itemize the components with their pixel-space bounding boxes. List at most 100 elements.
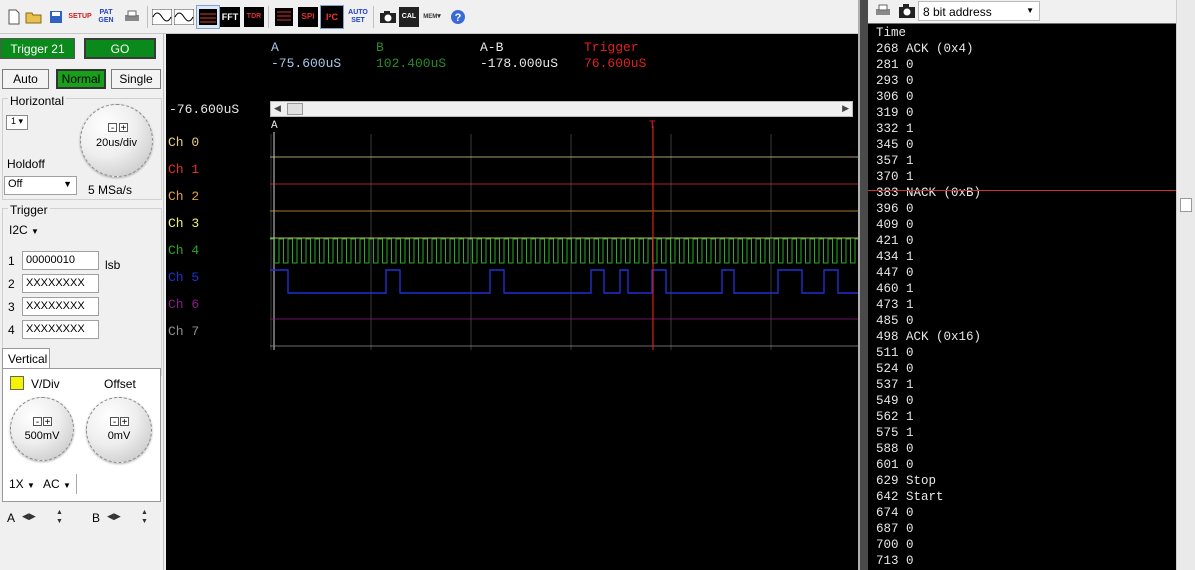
cursor-b-spinner[interactable]: ▲ ▼ xyxy=(141,508,148,526)
new-icon[interactable] xyxy=(4,7,24,27)
field-1-input[interactable]: 00000010 xyxy=(22,251,99,270)
setup-icon[interactable]: SETUP xyxy=(68,7,91,27)
decoder-row: 524 0 xyxy=(876,362,914,376)
trigger-type-value: I2C xyxy=(9,223,28,237)
auto-label: AUTO xyxy=(348,9,368,16)
timebase-knob[interactable]: - + 20us/div xyxy=(80,104,153,177)
decoder-row: 498 ACK (0x16) xyxy=(876,330,982,344)
decoder-row: 575 1 xyxy=(876,426,914,440)
horizontal-title: Horizontal xyxy=(8,94,67,108)
print-icon[interactable] xyxy=(122,7,142,27)
decoder-row: Time xyxy=(876,26,907,40)
field-1-num: 1 xyxy=(8,254,15,268)
spi-icon[interactable]: SPI xyxy=(298,7,318,27)
decoder-row: 268 ACK (0x4) xyxy=(876,42,974,56)
memory-icon[interactable]: MEM ▾ xyxy=(420,7,444,27)
waveform-canvas xyxy=(270,126,858,350)
pat-label: PAT xyxy=(99,9,113,16)
field-4-input[interactable]: XXXXXXXX xyxy=(22,320,99,339)
chevron-down-icon: ▼ xyxy=(63,481,71,490)
chevron-down-icon: ▼ xyxy=(1026,6,1034,15)
probe-select[interactable]: 1X ▼ xyxy=(9,477,35,491)
decoder-row: 332 1 xyxy=(876,122,914,136)
decoder-row: 642 Start xyxy=(876,490,944,504)
coupling-select[interactable]: AC ▼ xyxy=(43,477,71,491)
mode-normal-button[interactable]: Normal xyxy=(56,69,106,89)
timebase-value: 20us/div xyxy=(96,137,137,149)
decoder-row: 345 0 xyxy=(876,138,914,152)
holdoff-select[interactable]: Off ▼ xyxy=(4,176,77,195)
cursor-b-label: B xyxy=(92,511,101,525)
field-2-num: 2 xyxy=(8,277,15,291)
coupling-value: AC xyxy=(43,477,60,491)
panel-splitter[interactable] xyxy=(858,0,868,570)
save-icon[interactable] xyxy=(46,7,66,27)
decoder-row: 383 NACK (0xB) xyxy=(876,186,982,200)
fft-icon[interactable]: FFT xyxy=(220,7,240,27)
cursor-a-spinner[interactable]: ▲ ▼ xyxy=(56,508,63,526)
vscroll-thumb[interactable] xyxy=(1180,198,1192,212)
decoder-row: 421 0 xyxy=(876,234,914,248)
help-icon[interactable]: ? xyxy=(448,7,468,27)
scope-display-icon[interactable] xyxy=(196,5,220,29)
probe-value: 1X xyxy=(9,477,24,491)
vdiv-knob[interactable]: - + 500mV xyxy=(10,397,74,461)
pattern-gen-icon[interactable]: PAT GEN xyxy=(96,7,116,27)
go-button[interactable]: GO xyxy=(84,38,156,59)
ch5-waveform xyxy=(270,269,858,294)
gen-label: GEN xyxy=(98,17,114,24)
sample-rate: 5 MSa/s xyxy=(88,183,133,197)
address-mode-select[interactable]: 8 bit address ▼ xyxy=(918,1,1040,21)
decoder-row: 319 0 xyxy=(876,106,914,120)
i2c-icon[interactable]: I²C xyxy=(320,5,344,29)
camera-icon[interactable] xyxy=(378,7,398,27)
print-icon[interactable] xyxy=(875,4,891,21)
decoder-row: 700 0 xyxy=(876,538,914,552)
decoder-row: 409 0 xyxy=(876,218,914,232)
field-3-input[interactable]: XXXXXXXX xyxy=(22,297,99,316)
address-mode-value: 8 bit address xyxy=(923,5,992,19)
calibrate-icon[interactable]: CAL xyxy=(399,7,419,27)
mode-single-button[interactable]: Single xyxy=(111,69,161,89)
decoder-row: 674 0 xyxy=(876,506,914,520)
open-icon[interactable] xyxy=(24,7,44,27)
decoder-row: 537 1 xyxy=(876,378,914,392)
trigger-type-select[interactable]: I2C ▼ xyxy=(9,223,39,237)
mode-auto-button[interactable]: Auto xyxy=(2,69,49,89)
chevron-down-icon: ▼ xyxy=(27,481,35,490)
decoder-row: 396 0 xyxy=(876,202,914,216)
control-panel: Trigger 21 GO Auto Normal Single Horizon… xyxy=(0,34,164,570)
chevron-down-icon: ▼ xyxy=(63,179,72,189)
field-3-num: 3 xyxy=(8,300,15,314)
decoder-row: 562 1 xyxy=(876,410,914,424)
holdoff-title: Holdoff xyxy=(7,157,45,171)
field-2-input[interactable]: XXXXXXXX xyxy=(22,274,99,293)
trigger-status: Trigger 21 xyxy=(0,38,75,59)
logic-load-icon[interactable] xyxy=(274,7,294,27)
vdiv-value: 500mV xyxy=(24,430,60,442)
cursor-a-arrows[interactable]: ◀▶ xyxy=(22,511,36,522)
camera-icon[interactable] xyxy=(898,3,916,22)
tab-vertical[interactable]: Vertical xyxy=(2,348,50,368)
field-4-num: 4 xyxy=(8,323,15,337)
channel-color-swatch[interactable] xyxy=(10,376,24,390)
decoder-row: 588 0 xyxy=(876,442,914,456)
vdiv-title: V/Div xyxy=(31,377,60,391)
decoder-row: 601 0 xyxy=(876,458,914,472)
ch4-waveform xyxy=(270,238,858,264)
autoset-icon[interactable]: AUTO SET xyxy=(348,7,368,27)
vertical-scrollbar[interactable] xyxy=(1176,0,1195,570)
decoder-row: 485 0 xyxy=(876,314,914,328)
tdr-icon[interactable]: TDR xyxy=(244,7,264,27)
decoder-row: 511 0 xyxy=(876,346,914,360)
offset-title: Offset xyxy=(104,377,136,391)
square-icon[interactable] xyxy=(174,7,194,27)
decoder-row: 460 1 xyxy=(876,282,914,296)
offset-knob[interactable]: - + 0mV xyxy=(86,397,152,463)
sine-icon[interactable] xyxy=(152,7,172,27)
cursor-b-arrows[interactable]: ◀▶ xyxy=(107,511,121,522)
channel-select-icon[interactable]: 1 ▾ xyxy=(6,115,28,130)
decoder-row: 281 0 xyxy=(876,58,914,72)
offset-value: 0mV xyxy=(107,430,131,442)
decoder-row: 473 1 xyxy=(876,298,914,312)
